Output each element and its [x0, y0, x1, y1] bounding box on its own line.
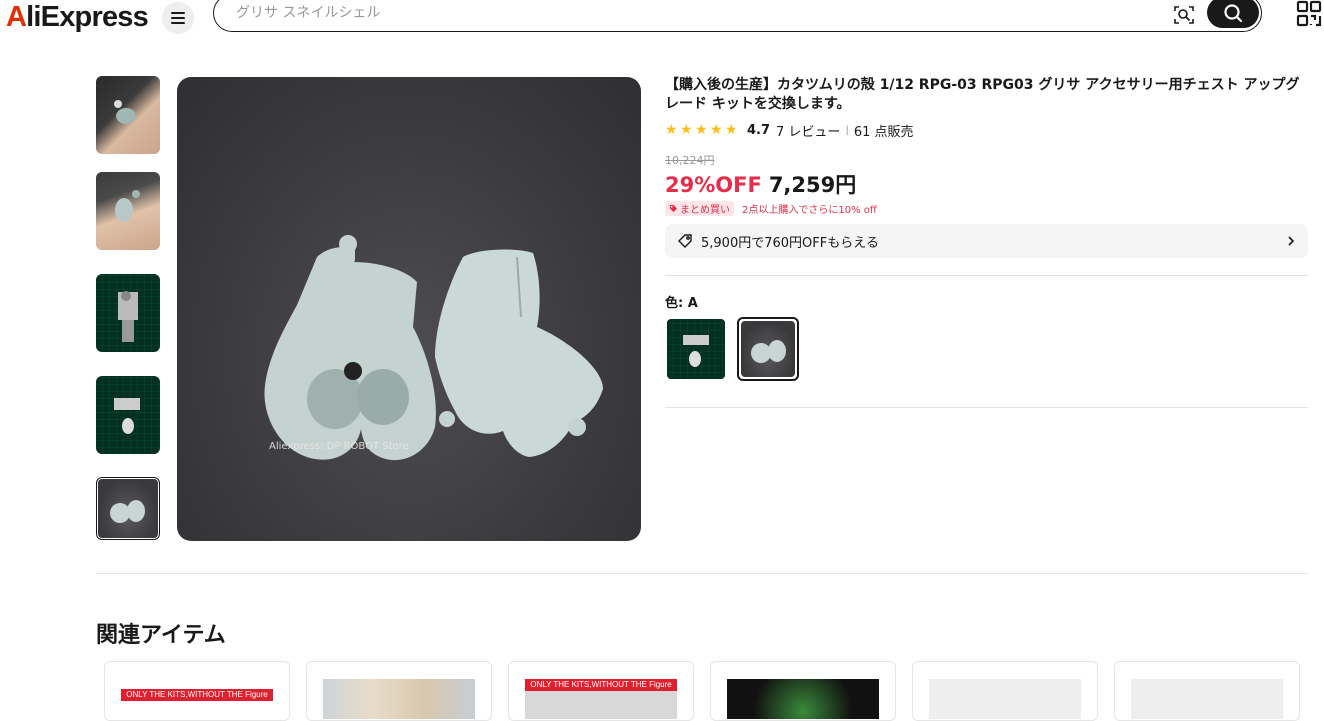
- kit-banner: ONLY THE KITS,WITHOUT THE Figure: [525, 679, 677, 691]
- image-watermark: Aliexpress: DP ROBOT Store: [269, 441, 409, 452]
- qr-code-button[interactable]: [1296, 0, 1322, 28]
- related-item-card[interactable]: ONLY THE KITS,WITHOUT THE Figure: [508, 661, 694, 721]
- star-rating: ★ ★ ★ ★ ★: [665, 123, 739, 137]
- star-icon: ★: [680, 122, 693, 138]
- main-product-image[interactable]: Aliexpress: DP ROBOT Store: [177, 77, 641, 541]
- related-items-list: ONLY THE KITS,WITHOUT THE Figure ONLY TH…: [104, 661, 1304, 721]
- hamburger-icon: [171, 12, 185, 24]
- star-icon: ★: [665, 122, 678, 138]
- related-item-image: [929, 679, 1081, 719]
- star-icon: ★: [710, 122, 723, 138]
- qr-code-icon: [1296, 0, 1322, 27]
- divider: [665, 407, 1308, 408]
- original-price: 10,224円: [665, 154, 715, 167]
- related-item-card[interactable]: ONLY THE KITS,WITHOUT THE Figure: [104, 661, 290, 721]
- related-items-title: 関連アイテム: [96, 623, 226, 648]
- sold-count: 61 点販売: [853, 124, 914, 140]
- product-info: 【購入後の生産】カタツムリの殻 1/12 RPG-03 RPG03 グリサ アク…: [665, 76, 1308, 408]
- thumbnail-image: [96, 274, 160, 352]
- thumbnail-3[interactable]: [96, 274, 160, 352]
- variant-option-1[interactable]: [665, 317, 727, 381]
- related-item-image: [1131, 679, 1283, 719]
- coupon-text: 5,900円で760円OFFもらえる: [701, 235, 879, 251]
- half-star-icon: ★: [725, 122, 738, 138]
- camera-scan-icon: [1174, 6, 1194, 24]
- bundle-tag: まとめ買い: [665, 200, 734, 216]
- kit-banner: ONLY THE KITS,WITHOUT THE Figure: [121, 689, 273, 701]
- bundle-offer: まとめ買い 2点以上購入でさらに10% off: [665, 200, 1308, 216]
- thumbnail-2[interactable]: [96, 172, 160, 250]
- coupon-banner[interactable]: 5,900円で760円OFFもらえる: [665, 224, 1308, 258]
- variant-image: [741, 321, 795, 377]
- rating-row: ★ ★ ★ ★ ★ 4.7 7 レビュー | 61 点販売: [665, 121, 1308, 140]
- thumbnail-4[interactable]: [96, 376, 160, 454]
- product-title: 【購入後の生産】カタツムリの殻 1/12 RPG-03 RPG03 グリサ アク…: [665, 77, 1300, 112]
- variant-image: [667, 319, 725, 379]
- related-item-image: ONLY THE KITS,WITHOUT THE Figure: [525, 679, 677, 719]
- image-search-button[interactable]: [1173, 4, 1195, 26]
- product-photo: [264, 235, 603, 461]
- thumbnail-image: [98, 479, 158, 538]
- variant-option-2[interactable]: [737, 317, 799, 381]
- review-count-link[interactable]: 7 レビュー: [776, 121, 840, 140]
- header: AliExpress: [0, 0, 1324, 34]
- coupon-tag-icon: [678, 234, 692, 248]
- related-item-card[interactable]: [912, 661, 1098, 721]
- bundle-tag-label: まとめ買い: [680, 204, 730, 216]
- search-button[interactable]: [1207, 0, 1259, 28]
- price-row: 29%OFF 7,259円: [665, 169, 1308, 197]
- search-bar: [213, 0, 1262, 32]
- related-item-card[interactable]: [306, 661, 492, 721]
- divider: [665, 275, 1308, 276]
- related-item-card[interactable]: [1114, 661, 1300, 721]
- thumbnail-image: [96, 76, 160, 154]
- current-price: 7,259円: [768, 173, 857, 197]
- thumbnail-5[interactable]: [96, 477, 160, 540]
- bundle-text: 2点以上購入でさらに10% off: [742, 204, 877, 216]
- color-variants: [665, 317, 1308, 383]
- related-item-image: ONLY THE KITS,WITHOUT THE Figure: [121, 679, 273, 719]
- color-label: 色: A: [665, 296, 698, 311]
- related-item-image: [323, 679, 475, 719]
- discount-badge: 29%OFF: [665, 173, 762, 197]
- menu-button[interactable]: [162, 2, 194, 34]
- tag-icon: [669, 204, 678, 212]
- section-divider: [96, 573, 1308, 574]
- related-item-card[interactable]: [710, 661, 896, 721]
- thumbnail-image: [96, 172, 160, 250]
- rating-value: 4.7: [747, 122, 771, 138]
- star-icon: ★: [695, 122, 708, 138]
- logo-text-rest: liExpress: [26, 0, 149, 33]
- related-item-image: [727, 679, 879, 719]
- aliexpress-logo[interactable]: AliExpress: [6, 0, 149, 34]
- thumbnail-1[interactable]: [96, 76, 160, 154]
- search-icon: [1224, 3, 1243, 22]
- chevron-right-icon: [1288, 236, 1295, 246]
- search-input[interactable]: [236, 5, 1136, 21]
- thumbnail-image: [96, 376, 160, 454]
- separator: |: [845, 124, 849, 136]
